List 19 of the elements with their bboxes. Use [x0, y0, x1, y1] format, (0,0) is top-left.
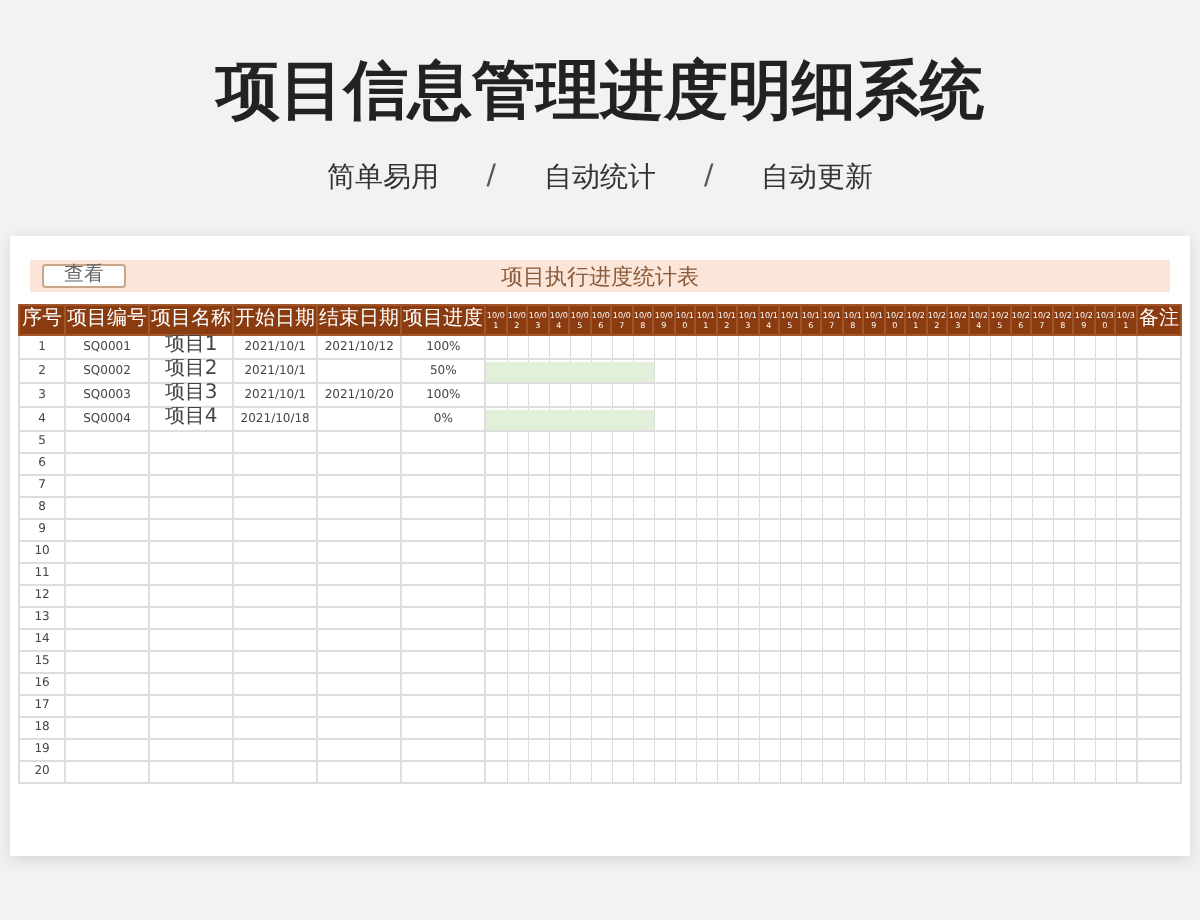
column-header: 项目名称	[149, 305, 234, 335]
feature-label: 简单易用	[326, 160, 439, 196]
table-cell: 项目2	[164, 358, 218, 380]
page-title: 项目信息管理进度明细系统	[216, 50, 984, 132]
column-header: 开始日期	[233, 305, 318, 335]
separator: /	[486, 160, 496, 196]
table-cell: 项目1	[164, 334, 218, 356]
column-header: 项目进度	[401, 305, 486, 335]
sheet-title: 项目执行进度统计表	[501, 261, 699, 291]
column-header: 序号	[19, 305, 66, 335]
view-button[interactable]: 查看	[42, 264, 126, 288]
column-header: 项目编号	[65, 305, 150, 335]
table-cell: 项目4	[164, 406, 218, 428]
feature-label: 自动统计	[544, 160, 656, 196]
column-header: 备注	[1136, 305, 1181, 335]
separator: /	[704, 160, 714, 196]
table-cell: 项目3	[164, 382, 218, 404]
column-header: 结束日期	[317, 305, 402, 335]
feature-label: 自动更新	[761, 160, 874, 196]
